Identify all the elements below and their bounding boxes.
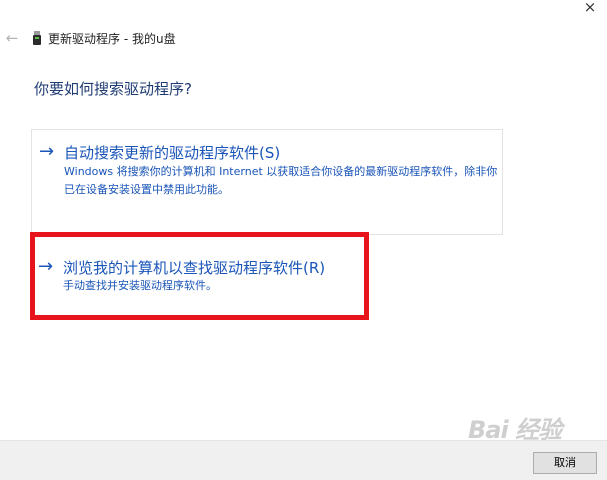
- close-button[interactable]: ×: [579, 0, 601, 16]
- back-arrow-icon: ←: [5, 29, 19, 47]
- close-icon: ×: [583, 0, 597, 16]
- browse-computer-description: 手动查找并安装驱动程序软件。: [63, 279, 217, 292]
- title-bar: ← 更新驱动程序 - 我的u盘: [0, 28, 607, 48]
- usb-drive-icon: [33, 31, 41, 45]
- auto-search-option[interactable]: → 自动搜索更新的驱动程序软件(S) Windows 将搜索你的计算机和 Int…: [31, 129, 503, 235]
- page-heading: 你要如何搜索驱动程序?: [34, 80, 192, 98]
- dialog-footer: 取消: [0, 440, 607, 480]
- update-driver-window: × ← 更新驱动程序 - 我的u盘 你要如何搜索驱动程序? → 自动搜索更新的驱…: [0, 0, 607, 480]
- browse-computer-option[interactable]: → 浏览我的计算机以查找驱动程序软件(R) 手动查找并安装驱动程序软件。: [31, 235, 503, 319]
- cancel-button[interactable]: 取消: [533, 452, 597, 474]
- arrow-right-icon: →: [38, 256, 54, 277]
- auto-search-title: 自动搜索更新的驱动程序软件(S): [64, 144, 281, 162]
- back-button[interactable]: ←: [3, 28, 21, 48]
- auto-search-description: Windows 将搜索你的计算机和 Internet 以获取适合你设备的最新驱动…: [64, 165, 498, 196]
- arrow-right-icon: →: [39, 141, 55, 162]
- window-title: 更新驱动程序 - 我的u盘: [48, 32, 176, 46]
- browse-computer-title: 浏览我的计算机以查找驱动程序软件(R): [63, 259, 326, 277]
